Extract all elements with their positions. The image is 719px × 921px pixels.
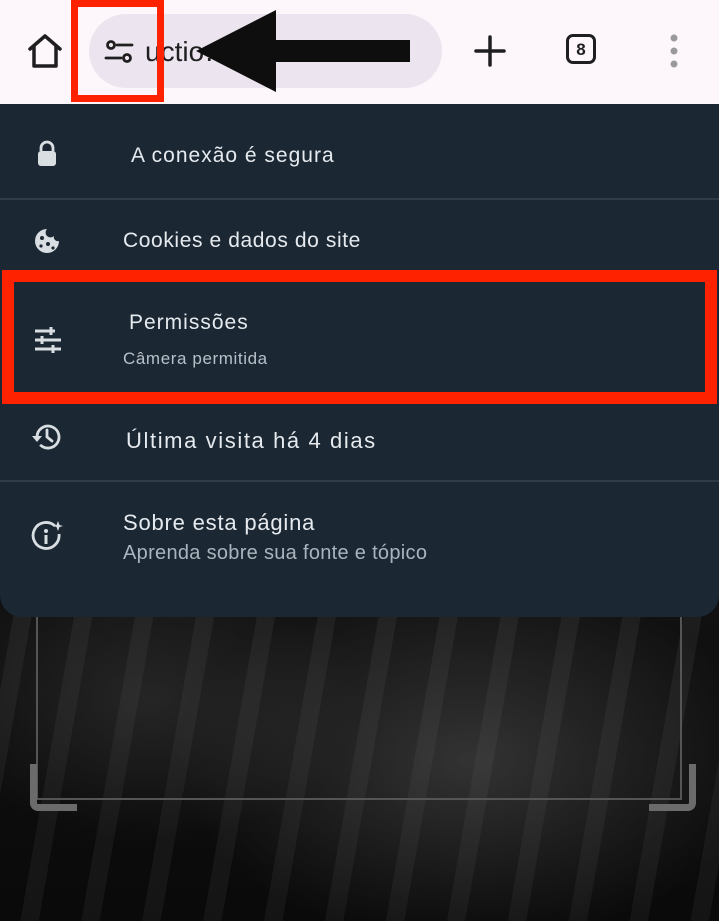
tab-switcher-button[interactable]: 8: [566, 34, 596, 64]
scan-frame-corner-bottom-left: [30, 764, 77, 811]
cookie-icon: [35, 229, 59, 253]
last-visit-title: Última visita há 4 dias: [126, 428, 377, 453]
info-sparkle-icon: [31, 521, 63, 550]
about-subtitle: Aprenda sobre sua fonte e tópico: [123, 542, 428, 564]
cookies-title: Cookies e dados do site: [123, 229, 361, 252]
about-row[interactable]: Sobre esta página Aprenda sobre sua font…: [0, 482, 719, 592]
more-vert-icon[interactable]: [664, 33, 684, 69]
about-title: Sobre esta página: [123, 510, 316, 535]
plus-icon[interactable]: [473, 34, 507, 68]
connection-row[interactable]: A conexão é segura: [0, 104, 719, 199]
annotation-highlight-box: [71, 0, 164, 102]
history-icon: [32, 424, 61, 450]
annotation-arrow-icon: [196, 10, 410, 92]
home-icon[interactable]: [26, 32, 64, 70]
lock-icon: [38, 140, 56, 166]
annotation-highlight-box: [2, 270, 717, 404]
scan-frame: [36, 600, 682, 800]
scan-frame-corner-bottom-right: [649, 764, 696, 811]
last-visit-row[interactable]: Última visita há 4 dias: [0, 392, 719, 480]
connection-title: A conexão é segura: [131, 144, 335, 167]
